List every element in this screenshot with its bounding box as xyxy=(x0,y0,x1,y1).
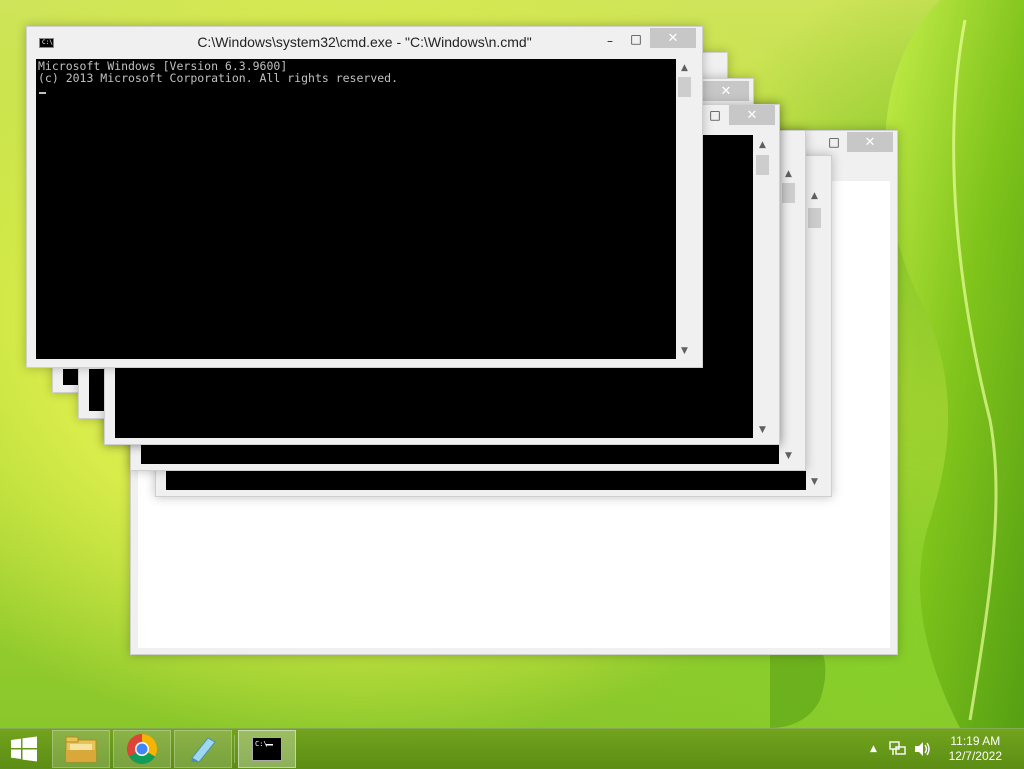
taskbar-file-explorer[interactable] xyxy=(52,730,110,768)
scroll-down-arrow[interactable]: ▼ xyxy=(780,448,797,464)
start-button[interactable] xyxy=(0,730,48,768)
scroll-up-arrow[interactable]: ▲ xyxy=(780,166,797,182)
notepad-icon xyxy=(191,737,216,763)
console-output[interactable]: Microsoft Windows [Version 6.3.9600] (c)… xyxy=(36,59,676,359)
cmd-window-main[interactable]: C:\ C:\Windows\system32\cmd.exe - "C:\Wi… xyxy=(26,26,703,368)
taskbar-chrome[interactable] xyxy=(113,730,171,768)
close-button[interactable]: ✕ xyxy=(847,132,893,152)
minimize-button[interactable]: – xyxy=(599,31,621,51)
maximize-button[interactable]: □ xyxy=(823,132,845,152)
vertical-scrollbar[interactable]: ▲ ▼ xyxy=(780,131,797,464)
close-button[interactable]: ✕ xyxy=(729,105,775,125)
scroll-thumb[interactable] xyxy=(678,77,691,97)
console-line-2: (c) 2013 Microsoft Corporation. All righ… xyxy=(38,71,399,85)
scroll-thumb[interactable] xyxy=(782,183,795,203)
windows-logo-icon xyxy=(11,736,37,762)
clock[interactable]: 11:19 AM 12/7/2022 xyxy=(949,734,1002,764)
vertical-scrollbar[interactable]: ▲ ▼ xyxy=(676,59,693,359)
maximize-button[interactable]: □ xyxy=(705,105,725,125)
scroll-down-arrow[interactable]: ▼ xyxy=(676,343,693,359)
scroll-up-arrow[interactable]: ▲ xyxy=(754,137,771,153)
scroll-up-arrow[interactable]: ▲ xyxy=(676,60,693,76)
speaker-icon[interactable] xyxy=(913,741,931,757)
close-button[interactable]: ✕ xyxy=(650,28,696,48)
taskbar-app[interactable] xyxy=(174,730,232,768)
taskbar-separator xyxy=(234,735,235,763)
clock-time: 11:19 AM xyxy=(950,734,1001,748)
system-tray: ▲ xyxy=(870,729,931,769)
chrome-icon xyxy=(127,734,158,764)
scroll-up-arrow[interactable]: ▲ xyxy=(806,188,823,204)
network-icon[interactable] xyxy=(889,741,907,757)
folder-icon xyxy=(65,736,97,763)
vertical-scrollbar[interactable]: ▲ ▼ xyxy=(806,156,823,490)
text-cursor xyxy=(39,92,46,94)
console-area xyxy=(89,369,105,411)
menu-strip xyxy=(831,161,891,181)
vertical-scrollbar[interactable]: ▲ ▼ xyxy=(754,135,771,438)
clock-date: 12/7/2022 xyxy=(948,749,1002,763)
svg-text:C:\: C:\ xyxy=(255,740,268,748)
scroll-thumb[interactable] xyxy=(756,155,769,175)
taskbar-cmd[interactable]: C:\ xyxy=(238,730,296,768)
console-area xyxy=(63,369,79,385)
taskbar: C:\ ▲ 11:19 AM 12/7/2022 xyxy=(0,728,1024,769)
scroll-thumb[interactable] xyxy=(808,208,821,228)
title-bar[interactable]: C:\ C:\Windows\system32\cmd.exe - "C:\Wi… xyxy=(27,27,702,57)
scroll-down-arrow[interactable]: ▼ xyxy=(754,422,771,438)
show-hidden-icons-button[interactable]: ▲ xyxy=(870,744,877,754)
cmd-icon: C:\ xyxy=(252,737,282,761)
scroll-down-arrow[interactable]: ▼ xyxy=(806,474,823,490)
close-button[interactable]: ✕ xyxy=(703,81,749,101)
maximize-button[interactable]: □ xyxy=(625,29,647,49)
